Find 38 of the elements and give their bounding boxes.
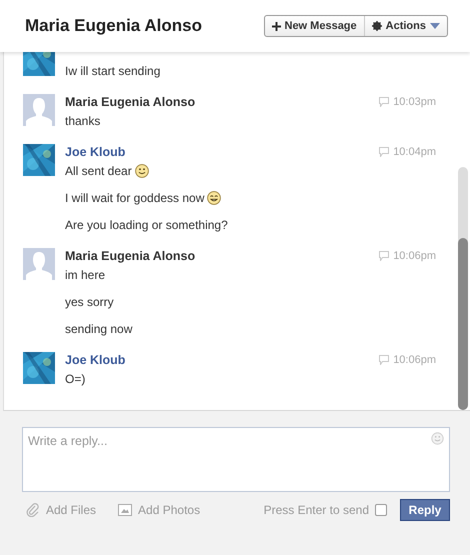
enter-to-send-checkbox[interactable] — [375, 504, 387, 516]
message-text: sending now — [65, 322, 132, 336]
smiley-icon[interactable] — [431, 432, 444, 445]
sender-name[interactable]: Joe Kloub — [65, 353, 126, 367]
comment-icon — [379, 251, 390, 261]
message-time: 10:03pm — [393, 96, 436, 108]
new-message-button[interactable]: New Message — [264, 16, 364, 36]
conversation-title: Maria Eugenia Alonso — [25, 16, 202, 36]
message-text: All sent dear — [65, 164, 132, 178]
message-time: 10:06pm — [393, 250, 436, 262]
message-text: thanks — [65, 114, 100, 128]
actions-button[interactable]: Actions — [364, 16, 447, 36]
sender-name[interactable]: Joe Kloub — [65, 145, 126, 159]
paperclip-icon — [26, 503, 40, 517]
smiley-icon — [134, 164, 149, 178]
message-time: 10:04pm — [393, 146, 436, 158]
photo-icon — [118, 504, 132, 516]
reply-button[interactable]: Reply — [400, 499, 450, 521]
message-text: im here — [65, 268, 106, 282]
reply-field[interactable]: Write a reply... — [22, 427, 450, 492]
sender-name[interactable]: Maria Eugenia Alonso — [65, 249, 196, 263]
comment-icon — [379, 147, 390, 157]
enter-to-send-label: Press Enter to send — [264, 503, 369, 517]
caret-icon — [430, 23, 440, 29]
gear-icon — [372, 21, 382, 31]
message-time: 10:06pm — [393, 354, 436, 366]
message-text: O=) — [65, 372, 86, 386]
message-text: yes sorry — [65, 295, 114, 309]
plus-icon — [272, 22, 280, 30]
message-text: I will wait for goddess now — [65, 191, 204, 205]
avatar-silhouette — [23, 94, 55, 126]
smiley-icon — [207, 191, 222, 205]
sender-name[interactable]: Maria Eugenia Alonso — [65, 95, 196, 109]
message-text: Are you loading or something? — [65, 218, 228, 232]
comment-icon — [379, 97, 390, 107]
message-text: Iw ill start sending — [65, 64, 160, 78]
comment-icon — [379, 355, 390, 365]
avatar-silhouette — [23, 248, 55, 280]
